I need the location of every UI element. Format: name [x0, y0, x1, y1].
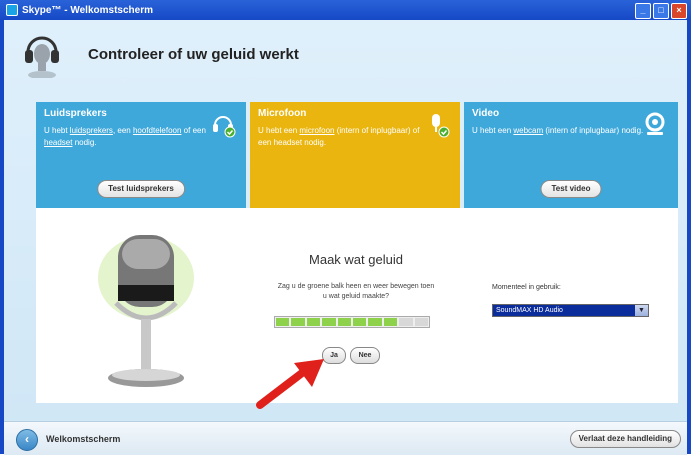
link-microphone[interactable]: microfoon: [299, 126, 334, 135]
panel-video-text: U hebt een webcam (intern of inplugbaar)…: [472, 126, 644, 135]
back-arrow-icon[interactable]: ‹: [16, 429, 38, 451]
sound-test-question: Zag u de groene balk heen en weer bewege…: [277, 283, 435, 300]
red-arrow-icon: [256, 359, 324, 409]
skype-icon: [6, 4, 18, 16]
chevron-down-icon[interactable]: ▼: [635, 305, 648, 316]
meter-segment: [291, 318, 305, 326]
meter-segment: [368, 318, 382, 326]
device-select[interactable]: SoundMAX HD Audio ▼: [492, 304, 649, 317]
meter-segment: [322, 318, 336, 326]
panel-microphone-title: Microfoon: [258, 108, 307, 119]
link-webcam[interactable]: webcam: [513, 126, 543, 135]
sound-level-meter: [274, 316, 430, 328]
test-speakers-button[interactable]: Test luidsprekers: [97, 180, 185, 198]
panel-video-title: Video: [472, 108, 500, 119]
microphone-image: [98, 235, 194, 387]
panel-video[interactable]: Video U hebt een webcam (intern of inplu…: [464, 102, 678, 208]
meter-segment: [276, 318, 290, 326]
panel-microphone-text: U hebt een microfoon (intern of inplugba…: [258, 126, 420, 147]
meter-segment: [414, 318, 429, 326]
microphone-check-icon: [432, 114, 450, 138]
meter-segment: [306, 318, 321, 326]
panel-microphone[interactable]: Microfoon U hebt een microfoon (intern o…: [250, 102, 460, 218]
window-frame-right: [687, 20, 691, 454]
sound-test-area: Maak wat geluid Zag u de groene balk hee…: [36, 208, 678, 409]
link-speakers[interactable]: luidsprekers: [70, 126, 113, 135]
meter-segment: [353, 318, 367, 326]
minimize-button[interactable]: _: [635, 3, 651, 19]
link-headphones[interactable]: hoofdtelefoon: [133, 126, 182, 135]
meter-segment: [337, 318, 352, 326]
close-button[interactable]: ×: [671, 3, 687, 19]
device-selected-value: SoundMAX HD Audio: [496, 307, 563, 314]
window-controls: _ □ ×: [635, 3, 687, 19]
footer-bar: ‹ Welkomstscherm Verlaat deze handleidin…: [4, 421, 687, 455]
headset-check-icon: [213, 116, 236, 138]
device-label: Momenteel in gebruik:: [492, 284, 561, 291]
test-video-button[interactable]: Test video: [540, 180, 602, 198]
back-label[interactable]: Welkomstscherm: [46, 434, 120, 444]
no-button[interactable]: Nee: [350, 347, 380, 364]
sound-test-title: Maak wat geluid: [309, 252, 403, 267]
webcam-icon: [645, 112, 665, 135]
meter-segment: [399, 318, 413, 326]
link-headset[interactable]: headset: [44, 138, 72, 147]
panel-speakers-text: U hebt luidsprekers, een hoofdtelefoon o…: [44, 126, 206, 147]
meter-segment: [383, 318, 398, 326]
window-titlebar: Skype™ - Welkomstscherm _ □ ×: [0, 0, 691, 20]
page-title: Controleer of uw geluid werkt: [88, 46, 299, 63]
exit-tutorial-button[interactable]: Verlaat deze handleiding: [569, 430, 681, 448]
panel-speakers-title: Luidsprekers: [44, 108, 107, 119]
headset-icon: [25, 36, 59, 78]
panel-speakers[interactable]: Luidsprekers U hebt luidsprekers, een ho…: [36, 102, 246, 208]
window-title: Skype™ - Welkomstscherm: [22, 4, 153, 16]
maximize-button[interactable]: □: [653, 3, 669, 19]
